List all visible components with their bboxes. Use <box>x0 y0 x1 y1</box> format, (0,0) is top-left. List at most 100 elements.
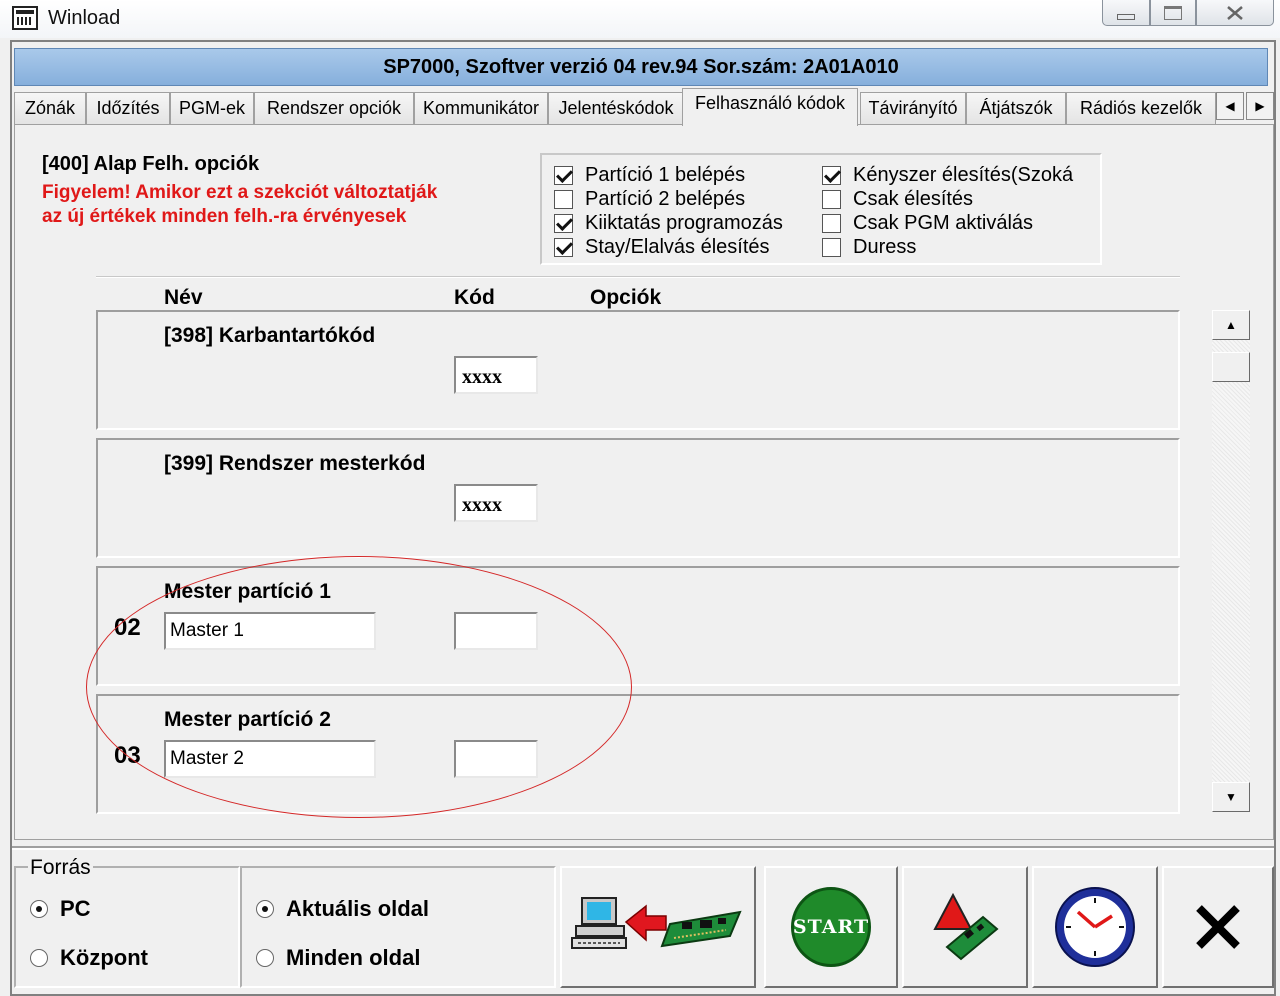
radio-label: Minden oldal <box>286 945 421 970</box>
column-header-options: Opciók <box>590 286 662 309</box>
checkbox-label: Stay/Elalvás élesítés <box>585 235 770 258</box>
radio-source-kozpont[interactable]: Központ <box>30 945 148 971</box>
tab-zonak[interactable]: Zónák <box>14 92 86 124</box>
checkbox-box[interactable] <box>822 213 841 233</box>
user-number: 03 <box>114 742 141 769</box>
checkbox-box[interactable] <box>554 237 573 257</box>
user-title: Mester partíció 2 <box>164 708 331 731</box>
minimize-icon <box>1117 13 1135 20</box>
checkbox-box[interactable] <box>822 237 841 257</box>
name-input[interactable]: Master 2 <box>164 740 376 778</box>
device-header: SP7000, Szoftver verzió 04 rev.94 Sor.sz… <box>14 48 1268 86</box>
options-box: Partíció 1 belépés Partíció 2 belépés Ki… <box>540 153 1102 265</box>
user-card-03: Mester partíció 2 03 Master 2 <box>96 694 1180 814</box>
radio-label: PC <box>60 896 91 921</box>
checkbox-box[interactable] <box>822 165 841 185</box>
checkbox-box[interactable] <box>822 189 841 209</box>
user-card-399: [399] Rendszer mesterkód xxxx <box>96 438 1180 558</box>
panel-compare-button[interactable] <box>902 866 1028 988</box>
start-label: START <box>791 887 871 967</box>
cancel-button[interactable] <box>1162 866 1274 988</box>
pc-to-panel-button[interactable] <box>560 866 756 988</box>
user-number: 02 <box>114 614 141 641</box>
divider <box>96 276 1180 278</box>
radio-minden-oldal[interactable]: Minden oldal <box>256 945 420 971</box>
checkbox-duress[interactable]: Duress <box>822 235 916 259</box>
user-title: Mester partíció 1 <box>164 580 331 603</box>
tab-pgm[interactable]: PGM-ek <box>170 92 254 124</box>
radio-button[interactable] <box>30 900 48 918</box>
scroll-down-icon: ▼ <box>1225 790 1237 804</box>
tab-jelenteskodok[interactable]: Jelentéskódok <box>548 92 684 124</box>
window-title: Winload <box>48 7 121 29</box>
maximize-button[interactable] <box>1150 0 1196 26</box>
tab-strip: Zónák Időzítés PGM-ek Rendszer opciók Ko… <box>14 88 1216 126</box>
tab-radios-kezelok[interactable]: Rádiós kezelők <box>1066 92 1216 124</box>
user-title: [399] Rendszer mesterkód <box>164 452 426 475</box>
checkbox-box[interactable] <box>554 189 573 209</box>
tab-taviranyito[interactable]: Távirányító <box>860 92 966 124</box>
start-button[interactable]: START <box>764 866 898 988</box>
minimize-button[interactable] <box>1102 0 1150 26</box>
close-button[interactable] <box>1196 0 1274 26</box>
warning-text: Figyelem! Amikor ezt a szekciót változta… <box>42 182 438 227</box>
checkbox-particio-2[interactable]: Partíció 2 belépés <box>554 187 745 211</box>
checkbox-label: Duress <box>853 235 917 258</box>
pc-to-panel-icon <box>571 897 742 949</box>
source-group-label: Forrás <box>28 856 93 880</box>
section-title: [400] Alap Felh. opciók <box>42 153 260 175</box>
checkbox-label: Csak élesítés <box>853 187 974 210</box>
code-input[interactable]: xxxx <box>454 484 538 522</box>
scroll-down-button[interactable]: ▼ <box>1212 782 1250 812</box>
radio-source-pc[interactable]: PC <box>30 896 91 922</box>
checkbox-csak-elesites[interactable]: Csak élesítés <box>822 187 973 211</box>
checkbox-label: Kényszer élesítés(Szoká <box>853 163 1074 186</box>
radio-button[interactable] <box>256 949 274 967</box>
code-input[interactable] <box>454 612 538 650</box>
tab-scroll-right-icon: ▶ <box>1255 99 1265 113</box>
code-input[interactable]: xxxx <box>454 356 538 394</box>
cancel-x-icon <box>1196 905 1240 949</box>
checkbox-kiiktatas[interactable]: Kiiktatás programozás <box>554 211 783 235</box>
tab-rendszer-opciok[interactable]: Rendszer opciók <box>254 92 414 124</box>
checkbox-label: Partíció 1 belépés <box>585 163 746 186</box>
maximize-icon <box>1164 5 1182 20</box>
radio-label: Aktuális oldal <box>286 896 430 921</box>
tab-felhasznalo-kodok[interactable]: Felhasználó kódok <box>682 88 858 126</box>
clock-icon <box>1055 887 1135 967</box>
app-icon[interactable] <box>12 6 38 30</box>
code-input[interactable] <box>454 740 538 778</box>
column-header-name: Név <box>164 286 203 309</box>
user-title: [398] Karbantartókód <box>164 324 376 347</box>
scroll-thumb[interactable] <box>1212 352 1250 382</box>
checkbox-csak-pgm[interactable]: Csak PGM aktiválás <box>822 211 1033 235</box>
tab-scroll-right-button[interactable]: ▶ <box>1246 92 1274 120</box>
radio-label: Központ <box>60 945 148 970</box>
tab-scroll-left-button[interactable]: ◀ <box>1216 92 1244 120</box>
radio-button[interactable] <box>256 900 274 918</box>
bottom-divider <box>12 846 1274 850</box>
column-header-code: Kód <box>454 286 495 309</box>
checkbox-particio-1[interactable]: Partíció 1 belépés <box>554 163 745 187</box>
checkbox-box[interactable] <box>554 213 573 233</box>
tab-scroll-left-icon: ◀ <box>1225 99 1235 113</box>
panel-compare-icon <box>933 892 999 961</box>
name-input[interactable]: Master 1 <box>164 612 376 650</box>
tab-kommunikator[interactable]: Kommunikátor <box>414 92 548 124</box>
vertical-scrollbar[interactable]: ▲ ▼ <box>1212 310 1250 812</box>
radio-aktualis-oldal[interactable]: Aktuális oldal <box>256 896 429 922</box>
radio-button[interactable] <box>30 949 48 967</box>
title-bar: Winload <box>0 0 1280 38</box>
tab-atjatszok[interactable]: Átjátszók <box>966 92 1066 124</box>
checkbox-box[interactable] <box>554 165 573 185</box>
scroll-up-icon: ▲ <box>1225 318 1237 332</box>
checkbox-stay[interactable]: Stay/Elalvás élesítés <box>554 235 770 259</box>
checkbox-label: Partíció 2 belépés <box>585 187 746 210</box>
checkbox-kenyszer[interactable]: Kényszer élesítés(Szoká <box>822 163 1078 187</box>
checkbox-label: Kiiktatás programozás <box>585 211 783 234</box>
tab-idozites[interactable]: Időzítés <box>86 92 170 124</box>
scroll-up-button[interactable]: ▲ <box>1212 310 1250 340</box>
user-card-02: Mester partíció 1 02 Master 1 <box>96 566 1180 686</box>
clock-button[interactable] <box>1032 866 1158 988</box>
checkbox-label: Csak PGM aktiválás <box>853 211 1034 234</box>
